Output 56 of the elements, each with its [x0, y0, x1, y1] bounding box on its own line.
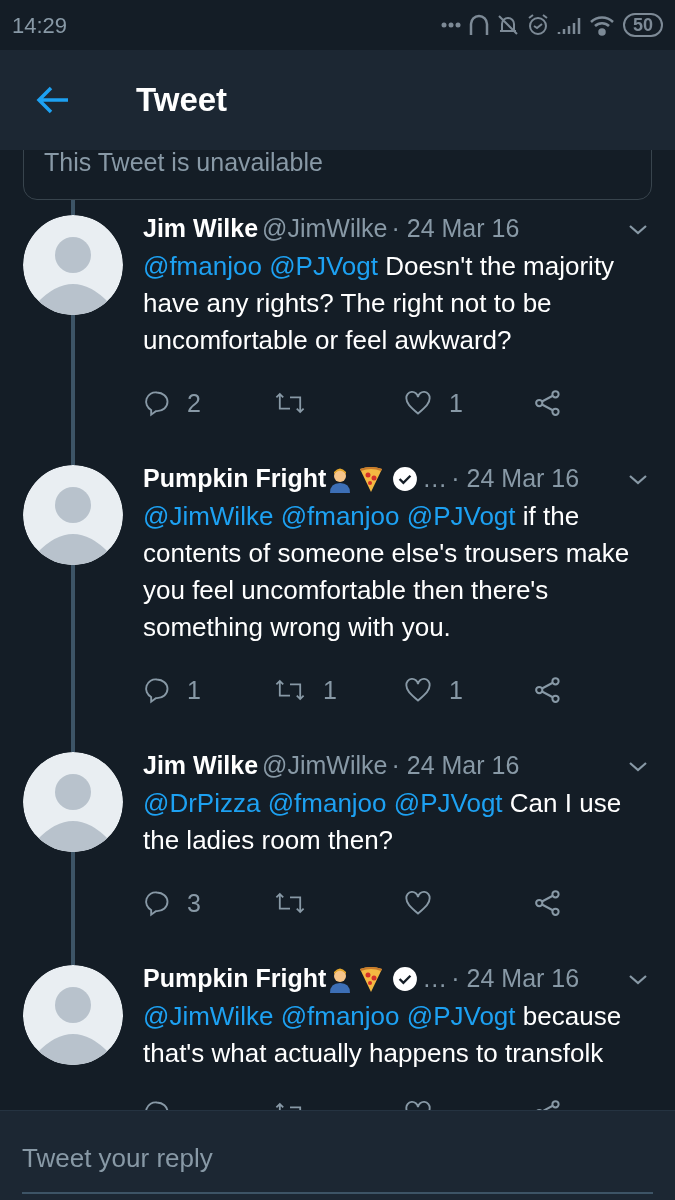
signal-icon [556, 15, 581, 35]
mention-link[interactable]: @fmanjoo [143, 250, 262, 281]
unavailable-notice: This Tweet is unavailable [44, 150, 323, 178]
username[interactable]: … [422, 960, 448, 998]
status-time: 14:29 [12, 11, 68, 40]
mention-link[interactable]: @fmanjoo [267, 787, 387, 818]
reply-icon[interactable] [143, 676, 171, 705]
back-arrow-icon[interactable] [36, 85, 70, 115]
mention-link[interactable]: @fmanjoo [280, 500, 400, 531]
tweet-date: · 24 Mar 16 [451, 963, 580, 994]
tweet-date: · 24 Mar 16 [391, 750, 520, 781]
mention-link[interactable]: @PJVogt [393, 787, 503, 818]
reply-count: 2 [187, 387, 201, 419]
avatar[interactable] [23, 752, 123, 852]
reply-input-field[interactable]: Tweet your reply [0, 1110, 675, 1200]
username[interactable]: … [422, 460, 448, 498]
like-count: 1 [449, 387, 463, 419]
more-notifications-icon [440, 22, 461, 28]
reply-icon[interactable] [143, 889, 171, 918]
mention-link[interactable]: @JimWilke [143, 500, 274, 531]
mention-link[interactable]: @PJVogt [406, 500, 516, 531]
battery-level: 50 [622, 13, 663, 37]
header-title: Tweet [136, 80, 228, 121]
pizza-icon [358, 964, 385, 993]
avatar[interactable] [23, 965, 123, 1065]
display-name[interactable]: Pumpkin Fright [143, 960, 327, 998]
mention-link[interactable]: @PJVogt [406, 1000, 516, 1031]
retweet-count: 1 [323, 674, 337, 706]
username[interactable]: @JimWilke [262, 747, 388, 785]
tweet-text: @JimWilke @fmanjoo @PJVogt because that's what actually happens to transfolk [143, 999, 623, 1070]
display-name[interactable]: Jim Wilke [143, 210, 259, 248]
tweet-date: · 24 Mar 16 [451, 463, 580, 494]
mention-link[interactable]: @JimWilke [143, 1000, 274, 1031]
mention-link[interactable]: @fmanjoo [280, 1000, 400, 1031]
like-count: 1 [449, 674, 463, 706]
tweet-text: @DrPizza @fmanjoo @PJVogt Can I use the ladies room then? [143, 786, 623, 857]
share-icon[interactable] [533, 388, 563, 419]
mention-link[interactable]: @PJVogt [269, 250, 378, 281]
reply-count: 1 [187, 674, 201, 706]
alarm-icon [526, 14, 549, 36]
pizza-icon [358, 464, 385, 493]
display-name[interactable]: Jim Wilke [143, 747, 259, 785]
reply-icon[interactable] [143, 389, 171, 418]
muted-bell-icon [496, 14, 519, 36]
avatar[interactable] [23, 215, 123, 315]
tweet-text: @JimWilke @fmanjoo @PJVogt if the contents of someone else's trousers make you feel uncomfortable then there's something wrong with you. [143, 499, 631, 644]
display-name[interactable]: Pumpkin Fright [143, 460, 327, 498]
username[interactable]: @JimWilke [262, 210, 388, 248]
share-icon[interactable] [533, 675, 563, 706]
share-icon[interactable] [533, 888, 563, 919]
reply-count: 3 [187, 887, 201, 919]
tweet-date: · 24 Mar 16 [391, 213, 520, 244]
avatar[interactable] [23, 465, 123, 565]
tweet-text: @fmanjoo @PJVogt Doesn't the majority have any rights? The right not to be uncomfortable or feel awkward? [143, 249, 616, 357]
wifi-icon [588, 14, 615, 36]
mention-link[interactable]: @DrPizza [143, 787, 261, 818]
